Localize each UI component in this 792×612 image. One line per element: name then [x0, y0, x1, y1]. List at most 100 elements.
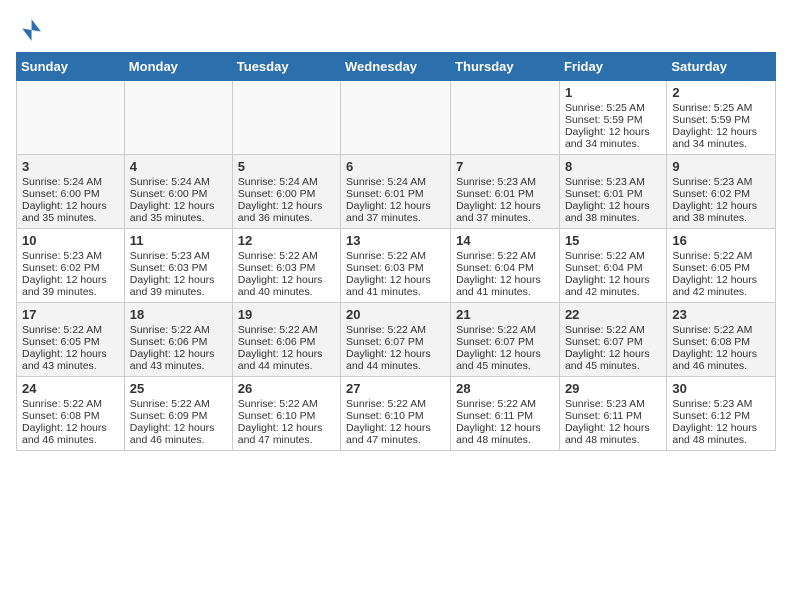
day-info: Sunset: 6:00 PM [238, 188, 335, 200]
day-info: Daylight: 12 hours and 48 minutes. [672, 422, 770, 446]
day-number: 8 [565, 159, 661, 174]
calendar-cell: 17Sunrise: 5:22 AMSunset: 6:05 PMDayligh… [17, 303, 125, 377]
day-number: 23 [672, 307, 770, 322]
day-info: Daylight: 12 hours and 45 minutes. [456, 348, 554, 372]
day-info: Daylight: 12 hours and 34 minutes. [672, 126, 770, 150]
day-info: Sunrise: 5:22 AM [238, 398, 335, 410]
day-number: 26 [238, 381, 335, 396]
calendar-cell: 20Sunrise: 5:22 AMSunset: 6:07 PMDayligh… [341, 303, 451, 377]
calendar-cell: 15Sunrise: 5:22 AMSunset: 6:04 PMDayligh… [559, 229, 666, 303]
day-info: Sunrise: 5:22 AM [22, 398, 119, 410]
day-info: Sunset: 6:01 PM [456, 188, 554, 200]
day-info: Sunset: 6:07 PM [346, 336, 445, 348]
day-info: Sunrise: 5:22 AM [22, 324, 119, 336]
calendar-cell: 27Sunrise: 5:22 AMSunset: 6:10 PMDayligh… [341, 377, 451, 451]
page-header [16, 16, 776, 44]
day-info: Sunrise: 5:24 AM [346, 176, 445, 188]
calendar-table: SundayMondayTuesdayWednesdayThursdayFrid… [16, 52, 776, 451]
day-info: Daylight: 12 hours and 35 minutes. [22, 200, 119, 224]
day-info: Sunset: 6:05 PM [672, 262, 770, 274]
day-number: 15 [565, 233, 661, 248]
day-info: Daylight: 12 hours and 38 minutes. [672, 200, 770, 224]
calendar-cell [124, 81, 232, 155]
day-info: Daylight: 12 hours and 48 minutes. [456, 422, 554, 446]
calendar-week-2: 3Sunrise: 5:24 AMSunset: 6:00 PMDaylight… [17, 155, 776, 229]
day-info: Daylight: 12 hours and 46 minutes. [130, 422, 227, 446]
day-info: Sunset: 6:01 PM [565, 188, 661, 200]
day-info: Sunrise: 5:22 AM [238, 250, 335, 262]
calendar-cell: 21Sunrise: 5:22 AMSunset: 6:07 PMDayligh… [451, 303, 560, 377]
day-info: Daylight: 12 hours and 35 minutes. [130, 200, 227, 224]
logo [16, 16, 48, 44]
day-info: Sunset: 6:06 PM [130, 336, 227, 348]
day-info: Sunset: 6:09 PM [130, 410, 227, 422]
day-number: 6 [346, 159, 445, 174]
day-info: Sunset: 6:07 PM [456, 336, 554, 348]
day-number: 18 [130, 307, 227, 322]
day-info: Sunrise: 5:22 AM [565, 324, 661, 336]
calendar-cell: 8Sunrise: 5:23 AMSunset: 6:01 PMDaylight… [559, 155, 666, 229]
calendar-week-5: 24Sunrise: 5:22 AMSunset: 6:08 PMDayligh… [17, 377, 776, 451]
day-number: 7 [456, 159, 554, 174]
day-number: 1 [565, 85, 661, 100]
day-info: Sunrise: 5:22 AM [672, 324, 770, 336]
day-info: Daylight: 12 hours and 37 minutes. [346, 200, 445, 224]
day-info: Sunset: 6:04 PM [456, 262, 554, 274]
weekday-header-row: SundayMondayTuesdayWednesdayThursdayFrid… [17, 53, 776, 81]
calendar-cell: 26Sunrise: 5:22 AMSunset: 6:10 PMDayligh… [232, 377, 340, 451]
day-info: Sunset: 6:03 PM [346, 262, 445, 274]
calendar-cell: 11Sunrise: 5:23 AMSunset: 6:03 PMDayligh… [124, 229, 232, 303]
calendar-cell: 23Sunrise: 5:22 AMSunset: 6:08 PMDayligh… [667, 303, 776, 377]
calendar-cell: 1Sunrise: 5:25 AMSunset: 5:59 PMDaylight… [559, 81, 666, 155]
day-info: Sunrise: 5:23 AM [130, 250, 227, 262]
day-number: 20 [346, 307, 445, 322]
day-info: Sunset: 6:00 PM [130, 188, 227, 200]
day-info: Sunrise: 5:23 AM [456, 176, 554, 188]
day-info: Sunrise: 5:23 AM [22, 250, 119, 262]
day-info: Daylight: 12 hours and 41 minutes. [456, 274, 554, 298]
day-number: 2 [672, 85, 770, 100]
day-info: Daylight: 12 hours and 36 minutes. [238, 200, 335, 224]
calendar-week-3: 10Sunrise: 5:23 AMSunset: 6:02 PMDayligh… [17, 229, 776, 303]
calendar-cell: 3Sunrise: 5:24 AMSunset: 6:00 PMDaylight… [17, 155, 125, 229]
calendar-cell [451, 81, 560, 155]
day-info: Sunset: 6:07 PM [565, 336, 661, 348]
day-info: Sunrise: 5:22 AM [130, 398, 227, 410]
day-info: Sunset: 6:00 PM [22, 188, 119, 200]
day-info: Daylight: 12 hours and 43 minutes. [130, 348, 227, 372]
calendar-cell: 25Sunrise: 5:22 AMSunset: 6:09 PMDayligh… [124, 377, 232, 451]
day-info: Sunset: 6:03 PM [130, 262, 227, 274]
calendar-cell: 10Sunrise: 5:23 AMSunset: 6:02 PMDayligh… [17, 229, 125, 303]
calendar-cell: 28Sunrise: 5:22 AMSunset: 6:11 PMDayligh… [451, 377, 560, 451]
day-info: Sunrise: 5:22 AM [672, 250, 770, 262]
day-info: Sunset: 6:02 PM [22, 262, 119, 274]
day-info: Daylight: 12 hours and 45 minutes. [565, 348, 661, 372]
day-number: 30 [672, 381, 770, 396]
day-info: Sunrise: 5:22 AM [346, 324, 445, 336]
day-info: Sunrise: 5:22 AM [456, 398, 554, 410]
day-info: Sunset: 6:11 PM [456, 410, 554, 422]
day-info: Sunset: 6:06 PM [238, 336, 335, 348]
day-info: Daylight: 12 hours and 41 minutes. [346, 274, 445, 298]
day-info: Sunset: 6:02 PM [672, 188, 770, 200]
day-info: Daylight: 12 hours and 43 minutes. [22, 348, 119, 372]
calendar-cell: 16Sunrise: 5:22 AMSunset: 6:05 PMDayligh… [667, 229, 776, 303]
day-info: Daylight: 12 hours and 48 minutes. [565, 422, 661, 446]
day-number: 5 [238, 159, 335, 174]
day-info: Sunset: 6:08 PM [22, 410, 119, 422]
day-info: Sunset: 6:12 PM [672, 410, 770, 422]
day-number: 9 [672, 159, 770, 174]
calendar-cell: 6Sunrise: 5:24 AMSunset: 6:01 PMDaylight… [341, 155, 451, 229]
day-info: Daylight: 12 hours and 37 minutes. [456, 200, 554, 224]
day-info: Daylight: 12 hours and 46 minutes. [22, 422, 119, 446]
calendar-cell [17, 81, 125, 155]
day-number: 27 [346, 381, 445, 396]
day-info: Sunset: 6:10 PM [346, 410, 445, 422]
day-info: Sunrise: 5:25 AM [565, 102, 661, 114]
calendar-cell: 5Sunrise: 5:24 AMSunset: 6:00 PMDaylight… [232, 155, 340, 229]
calendar-cell [232, 81, 340, 155]
day-info: Sunrise: 5:22 AM [130, 324, 227, 336]
day-info: Sunrise: 5:24 AM [130, 176, 227, 188]
day-info: Sunset: 5:59 PM [565, 114, 661, 126]
day-info: Daylight: 12 hours and 39 minutes. [130, 274, 227, 298]
